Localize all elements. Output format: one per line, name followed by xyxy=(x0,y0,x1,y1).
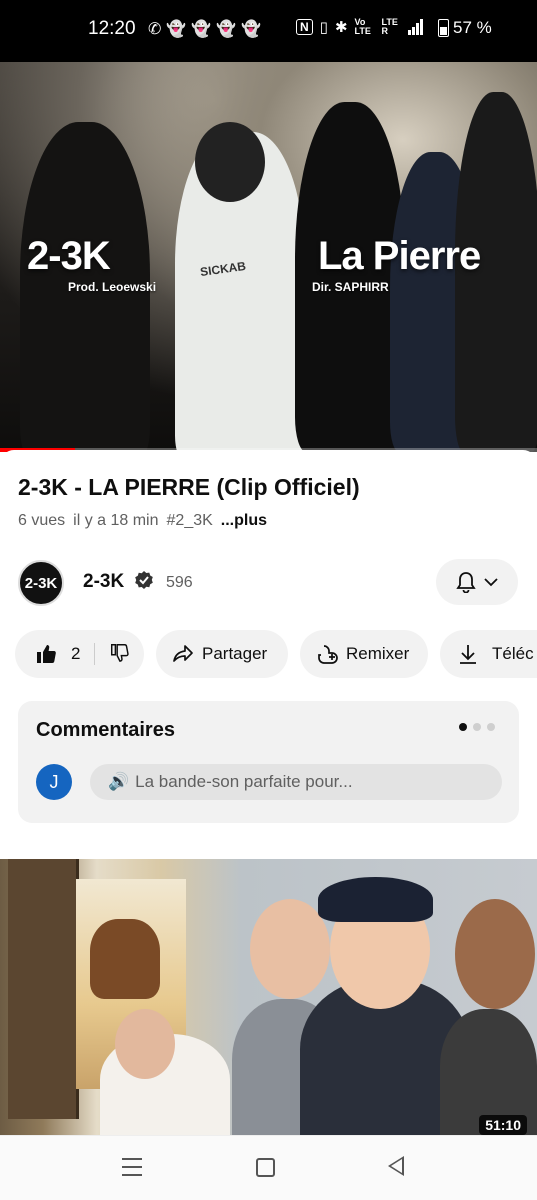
share-icon xyxy=(173,645,193,662)
like-count: 2 xyxy=(71,644,81,663)
video-duration-badge: 51:10 xyxy=(479,1115,527,1135)
battery-indicator: 57 % xyxy=(438,18,492,38)
home-button[interactable] xyxy=(256,1158,275,1177)
video-overlay-director: Dir. SAPHIRR xyxy=(312,280,389,294)
upload-age: il y a 18 min xyxy=(73,512,159,529)
video-overlay-producer: Prod. Leoewski xyxy=(68,280,157,294)
pager-dot xyxy=(473,723,481,731)
nfc-icon: N xyxy=(296,19,313,35)
pager-dot xyxy=(487,723,495,731)
thumb-door xyxy=(8,859,79,1119)
subscriber-count: 596 xyxy=(166,574,193,591)
speaker-icon: 🔊 xyxy=(108,772,130,791)
pager-dot-active xyxy=(459,723,467,731)
thumbs-down-icon xyxy=(111,643,130,662)
snapchat-icon: 👻 xyxy=(241,21,262,38)
share-label: Partager xyxy=(202,644,268,663)
like-button[interactable]: 2 xyxy=(15,643,80,665)
video-overlay-song: La Pierre xyxy=(318,234,481,278)
comments-pager-dots xyxy=(459,723,495,731)
remix-label: Remixer xyxy=(346,644,410,663)
channel-name[interactable]: 2-3K xyxy=(83,571,124,593)
download-icon xyxy=(460,645,476,664)
remix-icon xyxy=(318,645,338,664)
video-frame-person xyxy=(195,122,265,202)
comments-header: Commentaires xyxy=(36,719,175,741)
dislike-button[interactable] xyxy=(95,642,130,667)
hashtag-link[interactable]: #2_3K xyxy=(167,512,213,530)
status-time: 12:20 xyxy=(88,18,136,39)
chevron-down-icon xyxy=(484,578,498,587)
thumb-horse xyxy=(90,919,160,999)
snapchat-icon: 👻 xyxy=(216,21,237,38)
comments-panel[interactable]: Commentaires J 🔊 La bande-son parfaite p… xyxy=(18,701,519,823)
thumb-person xyxy=(455,899,535,1009)
channel-row: 2-3K 2-3K 596 xyxy=(18,558,518,606)
remix-button[interactable]: Remixer xyxy=(300,630,428,678)
system-navigation-bar xyxy=(0,1135,537,1200)
thumb-cap xyxy=(318,877,433,922)
next-video-thumbnail[interactable]: 51:10 xyxy=(0,859,537,1135)
channel-avatar[interactable]: 2-3K xyxy=(18,560,64,606)
more-link[interactable]: ...plus xyxy=(221,512,267,530)
thumbs-up-icon xyxy=(37,645,56,663)
volte-icon: Vo LTE xyxy=(354,17,371,36)
battery-icon xyxy=(438,19,449,37)
subscription-bell-button[interactable] xyxy=(436,559,518,605)
recent-apps-button[interactable] xyxy=(122,1158,142,1182)
back-button[interactable] xyxy=(388,1156,404,1176)
whatsapp-icon: ✆ xyxy=(148,21,162,38)
verified-icon xyxy=(135,571,153,589)
snapchat-icon: 👻 xyxy=(191,21,212,38)
comment-preview-text: La bande-son parfaite pour... xyxy=(135,772,353,791)
thumb-person xyxy=(115,1009,175,1079)
like-dislike-pill: 2 xyxy=(15,630,144,678)
video-overlay-artist: 2-3K xyxy=(27,234,111,278)
system-icons: N ▯ ✱ Vo LTE LTE R xyxy=(296,18,423,36)
comment-preview[interactable]: 🔊 La bande-son parfaite pour... xyxy=(90,764,502,800)
battery-level: 57 % xyxy=(453,18,492,37)
snapchat-icon: 👻 xyxy=(166,21,187,38)
status-bar: 12:20 ✆ 👻 👻 👻 👻 N ▯ ✱ Vo LTE LTE R 57 % xyxy=(0,0,537,62)
lte-icon: LTE R xyxy=(381,17,398,36)
video-player[interactable]: SICKAB 2-3K Prod. Leoewski La Pierre Dir… xyxy=(0,62,537,452)
bell-icon xyxy=(456,572,476,593)
notification-icons: ✆ 👻 👻 👻 👻 xyxy=(148,19,261,39)
download-button[interactable]: Téléc xyxy=(440,630,537,678)
download-label: Téléc xyxy=(492,644,534,663)
signal-icon xyxy=(407,19,423,35)
video-meta[interactable]: 6 vues il y a 18 min #2_3K ...plus xyxy=(18,512,267,530)
share-button[interactable]: Partager xyxy=(156,630,288,678)
commenter-avatar: J xyxy=(36,764,72,800)
vibrate-icon: ▯ xyxy=(319,19,328,36)
video-title[interactable]: 2-3K - LA PIERRE (Clip Officiel) xyxy=(18,474,360,501)
bluetooth-icon: ✱ xyxy=(334,19,348,36)
view-count: 6 vues xyxy=(18,512,66,529)
